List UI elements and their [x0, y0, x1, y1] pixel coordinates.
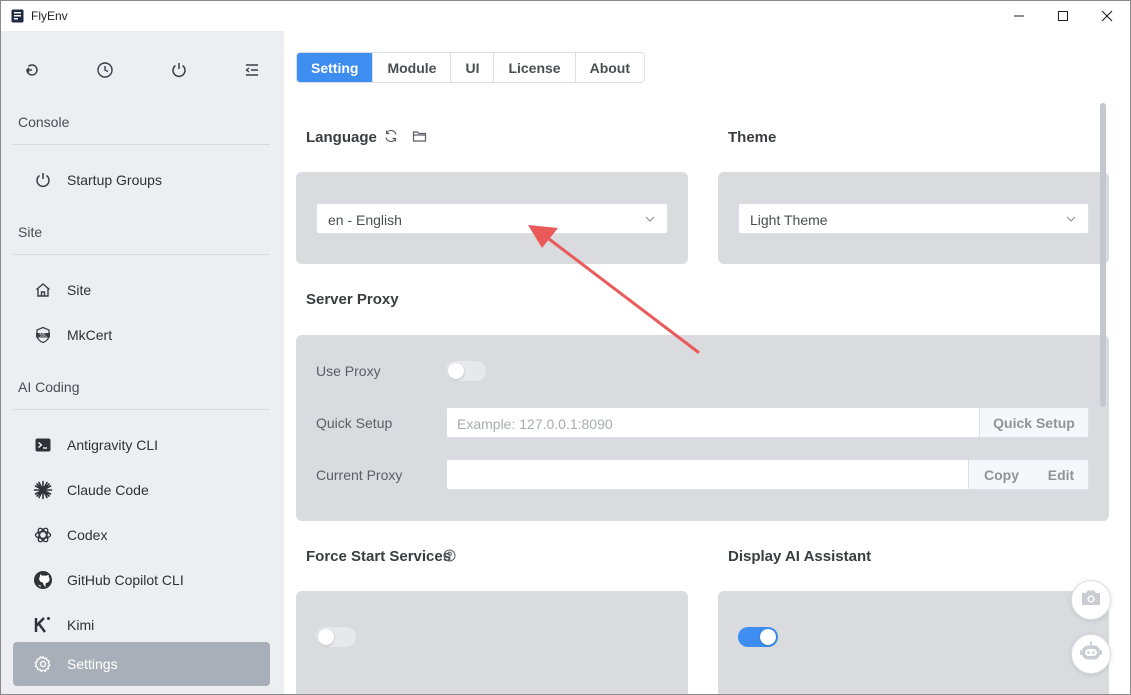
sidebar-item-label: Claude Code: [67, 482, 149, 498]
window-title: FlyEnv: [31, 9, 68, 23]
sidebar-item-label: MkCert: [67, 327, 113, 343]
language-select[interactable]: en - English: [316, 203, 668, 234]
toggle-knob: [448, 363, 464, 379]
gear-icon: [33, 654, 53, 674]
github-icon: [33, 570, 53, 590]
sidebar-item-codex[interactable]: Codex: [13, 513, 270, 557]
sidebar-item-settings[interactable]: Settings: [13, 642, 270, 686]
edit-button[interactable]: Edit: [1034, 460, 1088, 489]
ai-assistant-heading: Display AI Assistant: [728, 548, 872, 565]
sidebar-item-kimi[interactable]: Kimi: [13, 603, 270, 647]
force-start-panel: [296, 591, 688, 694]
settings-tabs: Setting Module UI License About: [296, 52, 646, 83]
settings-content: Setting Module UI License About Language…: [284, 31, 1130, 694]
server-proxy-heading: Server Proxy: [306, 291, 399, 308]
toggle-knob: [760, 629, 776, 645]
sidebar-item-label: Antigravity CLI: [67, 437, 159, 453]
sidebar-item-claude-code[interactable]: Claude Code: [13, 468, 270, 512]
back-icon[interactable]: [19, 57, 45, 83]
quick-setup-placeholder: Example: 127.0.0.1:8090: [457, 416, 613, 432]
sidebar-item-label: Codex: [67, 527, 108, 543]
ai-assistant-toggle[interactable]: [738, 627, 778, 647]
power-icon[interactable]: [166, 57, 192, 83]
sidebar-item-label: GitHub Copilot CLI: [67, 572, 184, 588]
screenshot-button[interactable]: [1071, 580, 1111, 620]
terminal-icon: [33, 435, 53, 455]
tab-license[interactable]: License: [494, 53, 576, 82]
camera-icon: [1080, 588, 1102, 613]
toggle-knob: [318, 629, 334, 645]
use-proxy-toggle[interactable]: [446, 361, 486, 381]
home-icon: [33, 280, 53, 300]
openai-icon: [33, 525, 53, 545]
tab-ui[interactable]: UI: [451, 53, 495, 82]
refresh-icon[interactable]: [384, 129, 398, 148]
quick-setup-label: Quick Setup: [316, 415, 393, 431]
use-proxy-label: Use Proxy: [316, 363, 381, 379]
sidebar-item-startup-groups[interactable]: Startup Groups: [13, 158, 270, 202]
force-start-toggle[interactable]: [316, 627, 356, 647]
sidebar-item-site[interactable]: Site: [13, 268, 270, 312]
scrollbar[interactable]: [1100, 103, 1106, 407]
tab-about[interactable]: About: [575, 53, 645, 82]
quick-setup-input[interactable]: Example: 127.0.0.1:8090 Quick Setup: [446, 407, 1089, 438]
sidebar-item-antigravity-cli[interactable]: Antigravity CLI: [13, 423, 270, 467]
close-button[interactable]: [1084, 1, 1130, 31]
section-console: Console: [18, 114, 70, 130]
sidebar-item-label: Settings: [67, 656, 118, 672]
divider: [13, 144, 270, 145]
help-icon[interactable]: [443, 549, 456, 567]
folder-icon[interactable]: [412, 129, 427, 148]
theme-select-value: Light Theme: [750, 212, 828, 228]
chevron-down-icon: [1066, 216, 1076, 222]
maximize-button[interactable]: [1040, 1, 1086, 31]
section-ai-coding: AI Coding: [18, 379, 80, 395]
divider: [13, 409, 270, 410]
sidebar-item-label: Site: [67, 282, 92, 298]
current-proxy-input[interactable]: Copy Edit: [446, 459, 1089, 490]
divider: [13, 254, 270, 255]
copy-button[interactable]: Copy: [968, 460, 1034, 489]
power-icon: [33, 170, 53, 190]
claude-burst-icon: [33, 480, 53, 500]
force-start-heading: Force Start Services: [306, 548, 452, 565]
chevron-down-icon: [645, 216, 655, 222]
section-site: Site: [18, 224, 43, 240]
sidebar-toolbar: [1, 53, 284, 85]
sidebar-item-label: Kimi: [67, 617, 95, 633]
sidebar-item-mkcert[interactable]: SSL MkCert: [13, 313, 270, 357]
ai-assistant-panel: [718, 591, 1109, 694]
sidebar-item-label: Startup Groups: [67, 172, 162, 188]
collapse-menu-icon[interactable]: [239, 57, 265, 83]
kimi-icon: [33, 615, 53, 635]
theme-select[interactable]: Light Theme: [738, 203, 1089, 234]
title-bar: FlyEnv: [1, 1, 1130, 31]
app-logo-icon: [11, 9, 24, 23]
ssl-badge-icon: SSL: [33, 325, 53, 345]
svg-text:SSL: SSL: [39, 333, 47, 338]
sidebar-item-github-copilot-cli[interactable]: GitHub Copilot CLI: [13, 558, 270, 602]
ai-assistant-button[interactable]: [1071, 634, 1111, 674]
theme-heading: Theme: [728, 129, 777, 146]
language-select-value: en - English: [328, 212, 402, 228]
history-clock-icon[interactable]: [92, 57, 118, 83]
robot-icon: [1079, 640, 1103, 668]
sidebar: Console Startup Groups Site Site SSL MkC…: [1, 31, 284, 694]
tab-module[interactable]: Module: [373, 53, 452, 82]
tab-setting[interactable]: Setting: [297, 53, 374, 82]
current-proxy-label: Current Proxy: [316, 467, 403, 483]
language-heading: Language: [306, 129, 377, 146]
quick-setup-button[interactable]: Quick Setup: [979, 408, 1088, 437]
minimize-button[interactable]: [996, 1, 1042, 31]
